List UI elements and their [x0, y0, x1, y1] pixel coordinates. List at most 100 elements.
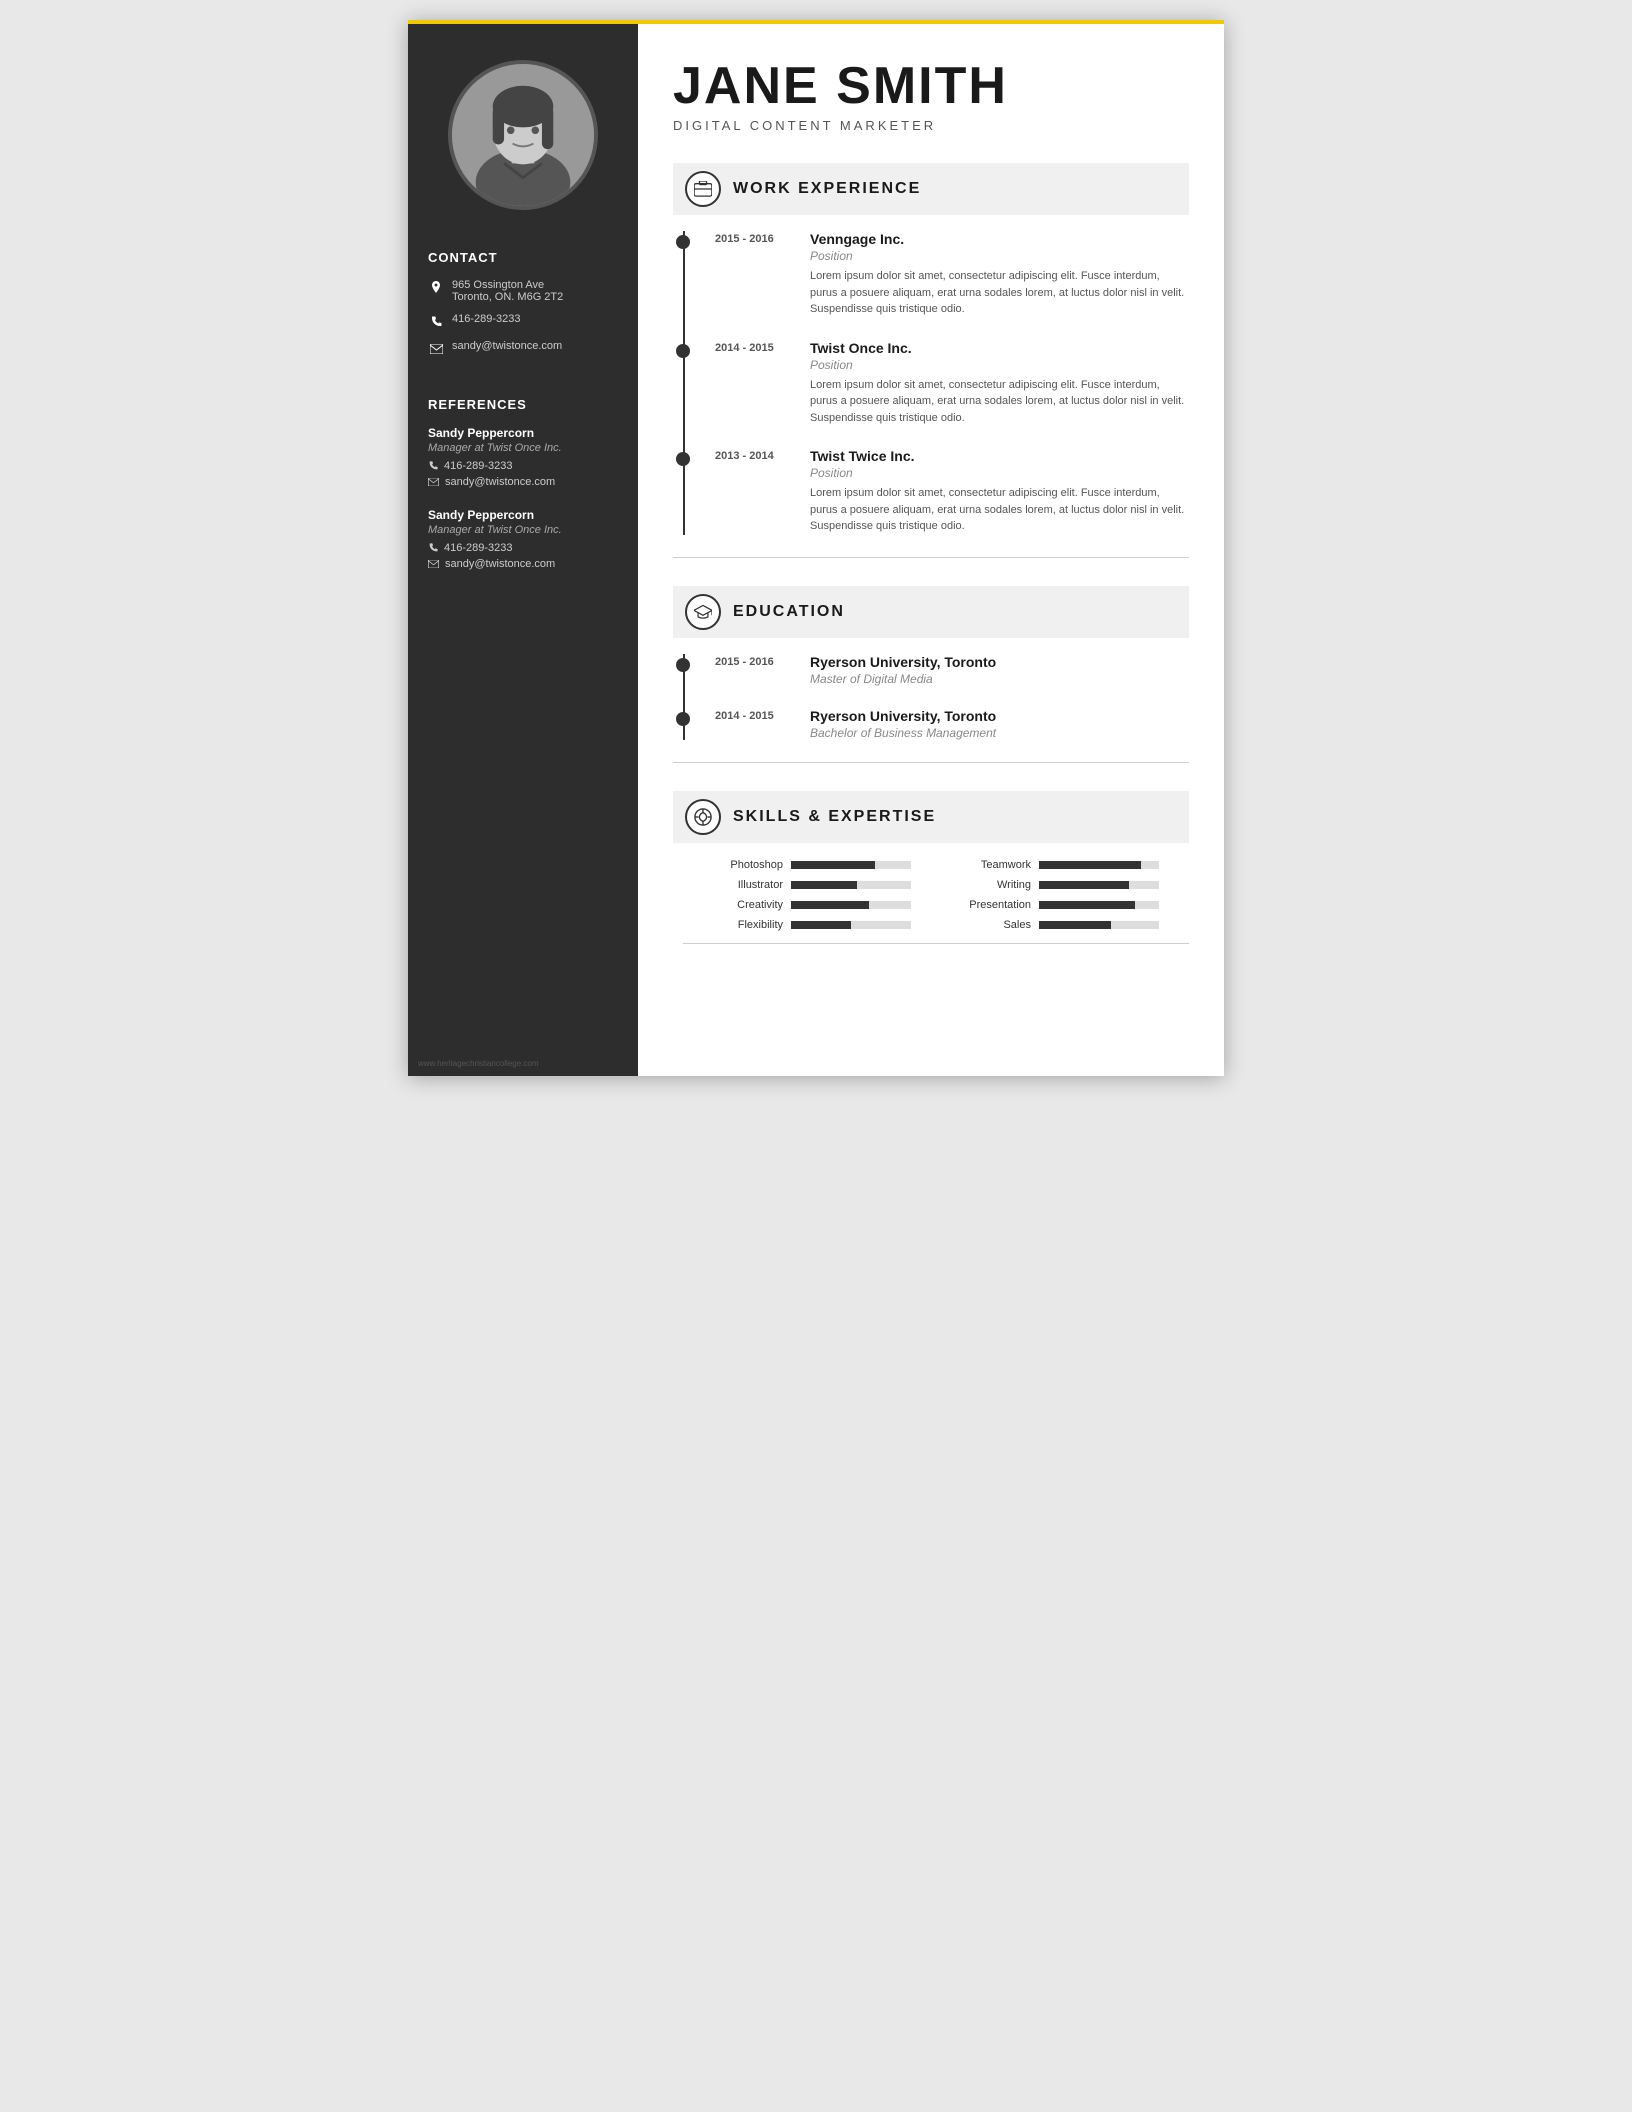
desc-1: Lorem ipsum dolor sit amet, consectetur …	[810, 268, 1189, 318]
desc-3: Lorem ipsum dolor sit amet, consectetur …	[810, 485, 1189, 535]
main-content: JANE SMITH DIGITAL CONTENT MARKETER WORK…	[638, 20, 1224, 1076]
edu-dot-1	[676, 658, 690, 672]
company-3: Twist Twice Inc.	[810, 448, 1189, 464]
education-section-header: EDUCATION	[673, 586, 1189, 638]
skills-grid: Photoshop Teamwork Illustrator Writing	[683, 859, 1189, 931]
edu-date-2: 2014 - 2015	[715, 708, 790, 740]
skill-bar-fill	[791, 921, 851, 929]
skill-bar-fill	[791, 901, 869, 909]
skills-icon-circle	[685, 799, 721, 835]
edu-item-2: 2014 - 2015 Ryerson University, Toronto …	[715, 708, 1189, 740]
work-date-3: 2013 - 2014	[715, 448, 790, 535]
ref2-title: Manager at Twist Once Inc.	[428, 524, 618, 536]
skill-bar-fill	[791, 881, 857, 889]
skill-row: Presentation	[961, 899, 1189, 911]
work-item-2: 2014 - 2015 Twist Once Inc. Position Lor…	[715, 340, 1189, 427]
ref2-email: sandy@twistonce.com	[428, 558, 618, 570]
position-1: Position	[810, 249, 1189, 263]
timeline-dot-1	[676, 235, 690, 249]
work-body-1: Venngage Inc. Position Lorem ipsum dolor…	[810, 231, 1189, 318]
skill-bar-fill	[1039, 861, 1141, 869]
education-icon-circle	[685, 594, 721, 630]
skill-bar-bg	[791, 861, 911, 869]
skill-row: Photoshop	[713, 859, 941, 871]
skill-name: Photoshop	[713, 859, 783, 871]
edu-dot-2	[676, 712, 690, 726]
ref2-phone: 416-289-3233	[428, 542, 618, 554]
position-3: Position	[810, 466, 1189, 480]
skill-name: Creativity	[713, 899, 783, 911]
timeline-dot-3	[676, 452, 690, 466]
skill-row: Creativity	[713, 899, 941, 911]
desc-2: Lorem ipsum dolor sit amet, consectetur …	[810, 377, 1189, 427]
email-text: sandy@twistonce.com	[452, 340, 562, 352]
edu-body-1: Ryerson University, Toronto Master of Di…	[810, 654, 1189, 686]
skill-name: Writing	[961, 879, 1031, 891]
skill-bar-bg	[1039, 861, 1159, 869]
work-section-title: WORK EXPERIENCE	[733, 180, 921, 198]
references-heading: REFERENCES	[428, 397, 618, 412]
work-date-1: 2015 - 2016	[715, 231, 790, 318]
work-item-3: 2013 - 2014 Twist Twice Inc. Position Lo…	[715, 448, 1189, 535]
phone-icon	[428, 314, 444, 330]
contact-heading: CONTACT	[428, 250, 618, 265]
ref1-email: sandy@twistonce.com	[428, 476, 618, 488]
skills-section-header: SKILLS & EXPERTISE	[673, 791, 1189, 843]
sidebar: CONTACT 965 Ossington Ave Toronto, ON. M…	[408, 20, 638, 1076]
skill-bar-bg	[791, 881, 911, 889]
skill-name: Flexibility	[713, 919, 783, 931]
school-1: Ryerson University, Toronto	[810, 654, 1189, 670]
references-section: REFERENCES Sandy Peppercorn Manager at T…	[408, 397, 638, 590]
skill-row: Sales	[961, 919, 1189, 931]
address-item: 965 Ossington Ave Toronto, ON. M6G 2T2	[428, 279, 618, 303]
work-section-header: WORK EXPERIENCE	[673, 163, 1189, 215]
ref2-name: Sandy Peppercorn	[428, 508, 618, 522]
full-name: JANE SMITH	[673, 60, 1189, 112]
company-2: Twist Once Inc.	[810, 340, 1189, 356]
work-experience-section: WORK EXPERIENCE 2015 - 2016 Venngage Inc…	[673, 163, 1189, 558]
skill-bar-fill	[1039, 901, 1135, 909]
school-2: Ryerson University, Toronto	[810, 708, 1189, 724]
watermark: www.heritagechristiancollege.com	[418, 1059, 539, 1068]
work-timeline: 2015 - 2016 Venngage Inc. Position Lorem…	[683, 231, 1189, 535]
work-icon-circle	[685, 171, 721, 207]
education-section: EDUCATION 2015 - 2016 Ryerson University…	[673, 586, 1189, 763]
email-icon	[428, 341, 444, 357]
work-body-2: Twist Once Inc. Position Lorem ipsum dol…	[810, 340, 1189, 427]
skill-bar-bg	[791, 921, 911, 929]
work-item-1: 2015 - 2016 Venngage Inc. Position Lorem…	[715, 231, 1189, 318]
education-section-title: EDUCATION	[733, 603, 845, 621]
work-body-3: Twist Twice Inc. Position Lorem ipsum do…	[810, 448, 1189, 535]
ref1-phone: 416-289-3233	[428, 460, 618, 472]
skill-bar-bg	[1039, 881, 1159, 889]
company-1: Venngage Inc.	[810, 231, 1189, 247]
skills-section-title: SKILLS & EXPERTISE	[733, 808, 936, 826]
skill-name: Teamwork	[961, 859, 1031, 871]
edu-body-2: Ryerson University, Toronto Bachelor of …	[810, 708, 1189, 740]
skill-name: Illustrator	[713, 879, 783, 891]
skill-bar-fill	[1039, 881, 1129, 889]
education-timeline: 2015 - 2016 Ryerson University, Toronto …	[683, 654, 1189, 740]
ref1-title: Manager at Twist Once Inc.	[428, 442, 618, 454]
degree-2: Bachelor of Business Management	[810, 726, 1189, 740]
email-item: sandy@twistonce.com	[428, 340, 618, 357]
skill-row: Teamwork	[961, 859, 1189, 871]
address-text: 965 Ossington Ave Toronto, ON. M6G 2T2	[452, 279, 563, 303]
position-2: Position	[810, 358, 1189, 372]
skill-bar-fill	[791, 861, 875, 869]
skill-row: Flexibility	[713, 919, 941, 931]
phone-item: 416-289-3233	[428, 313, 618, 330]
degree-1: Master of Digital Media	[810, 672, 1189, 686]
skill-row: Writing	[961, 879, 1189, 891]
reference-item-2: Sandy Peppercorn Manager at Twist Once I…	[428, 508, 618, 570]
ref1-name: Sandy Peppercorn	[428, 426, 618, 440]
avatar	[448, 60, 598, 210]
phone-text: 416-289-3233	[452, 313, 521, 325]
skill-bar-bg	[1039, 901, 1159, 909]
edu-item-1: 2015 - 2016 Ryerson University, Toronto …	[715, 654, 1189, 686]
work-date-2: 2014 - 2015	[715, 340, 790, 427]
timeline-dot-2	[676, 344, 690, 358]
skill-bar-fill	[1039, 921, 1111, 929]
skill-bar-bg	[1039, 921, 1159, 929]
skill-bar-bg	[791, 901, 911, 909]
